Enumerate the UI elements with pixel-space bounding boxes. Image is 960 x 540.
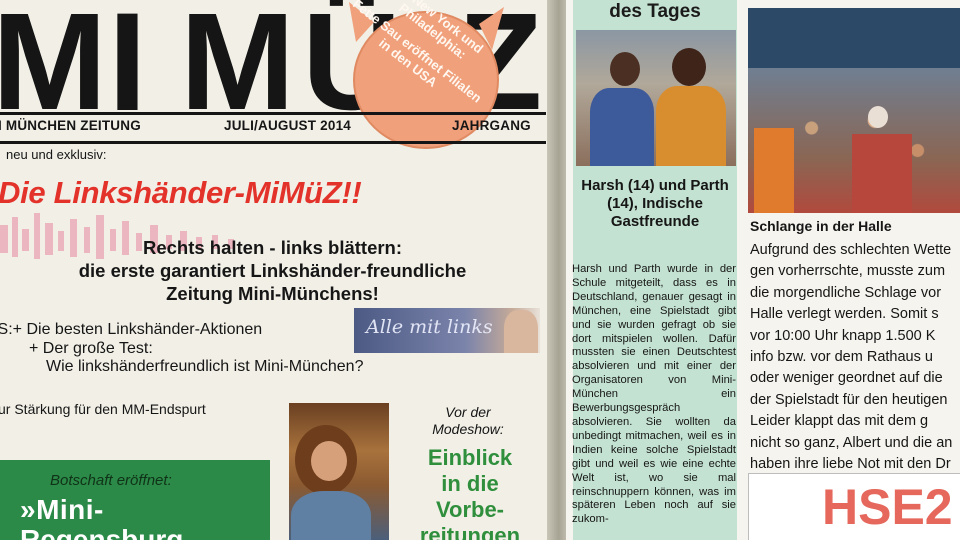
boys-photo [576, 30, 736, 166]
endspurt-text: ur Stärkung für den MM-Endspurt [0, 401, 206, 417]
column-header: des Tages [609, 1, 701, 22]
subheadline-line: Zeitung Mini-Münchens! [166, 283, 379, 304]
article-line: gen vorherrschte, musste zum [750, 263, 946, 280]
article-line: der Spielstadt für den heutigen [750, 391, 948, 408]
intro-text: neu und exklusiv: [6, 147, 107, 162]
shirt-shape [656, 86, 726, 166]
article-body: Aufgrund des schlechten Wette gen vorher… [750, 240, 960, 475]
hse-ad-text: HSE2 [822, 479, 953, 535]
person-shape [504, 310, 538, 353]
modeshow-title: Einblick in die Vorbe-reitungen [419, 445, 521, 540]
head-shape [672, 48, 706, 86]
article-line: info bzw. vor dem Rathaus u [750, 349, 933, 366]
girl-photo [289, 403, 389, 540]
article-line: Halle verlegt werden. Somit s [750, 306, 939, 323]
article-line: die morgendliche Schlage vor [750, 284, 942, 301]
orange-jacket-shape [754, 128, 794, 213]
masthead-letter: M [0, 0, 107, 112]
shirt-shape [291, 491, 371, 540]
subheadline-line: Rechts halten - links blättern: [142, 237, 403, 258]
embassy-box-title: »Mini- [20, 494, 104, 525]
masthead-rule [0, 141, 546, 144]
masthead-sub-right: JAHRGANG [452, 118, 531, 133]
head-shape [610, 52, 640, 86]
shirt-shape [590, 88, 654, 166]
chalkboard-photo: Alle mit links [354, 308, 540, 353]
article-line: Aufgrund des schlechten Wette [750, 242, 952, 258]
left-newspaper-page: M I M Ü Z In New York und Philadelphia: … [0, 0, 556, 540]
article-line: Leider klappt das mit dem g [750, 413, 929, 430]
portrait-caption-title: Harsh (14) und Parth (14), Indische Gast… [581, 177, 729, 230]
plus-line: Wie linkshänderfreundlich ist Mini-Münch… [46, 358, 364, 375]
red-jacket-shape [852, 134, 912, 213]
masthead-sub-left: I MÜNCHEN ZEITUNG [0, 118, 141, 133]
modeshow-kicker: Vor der Modeshow: [432, 404, 504, 437]
plus-line: US:+ Die besten Linkshänder-Aktionen [0, 321, 263, 338]
article-line: nicht so ganz, Albert und die an [750, 434, 953, 451]
plus-line: + Der große Test: [29, 340, 153, 357]
embassy-box-kicker: Botschaft eröffnet: [50, 472, 172, 489]
article-headline: Schlange in der Halle [750, 218, 892, 234]
crowd-photo [748, 8, 960, 213]
chalkboard-writing: Alle mit links [366, 316, 493, 338]
masthead-rule [0, 112, 546, 115]
subheadline-line: die erste garantiert Linkshänder-freundl… [78, 260, 467, 281]
article-line: vor 10:00 Uhr knapp 1.500 K [750, 327, 936, 344]
main-headline: Die Linkshänder-MiMüZ!! [0, 175, 362, 210]
face-shape [311, 441, 347, 481]
embassy-box-title: Regensburg [20, 524, 184, 540]
article-line: oder weniger geordnet auf die [750, 370, 943, 387]
masthead-date: JULI/AUGUST 2014 [224, 118, 351, 133]
masthead-letter: I [108, 0, 147, 112]
head-shape [868, 106, 888, 128]
portrait-caption-body: Harsh und Parth wurde in der Schule mitg… [572, 263, 736, 526]
masthead-letter: M [180, 0, 295, 112]
